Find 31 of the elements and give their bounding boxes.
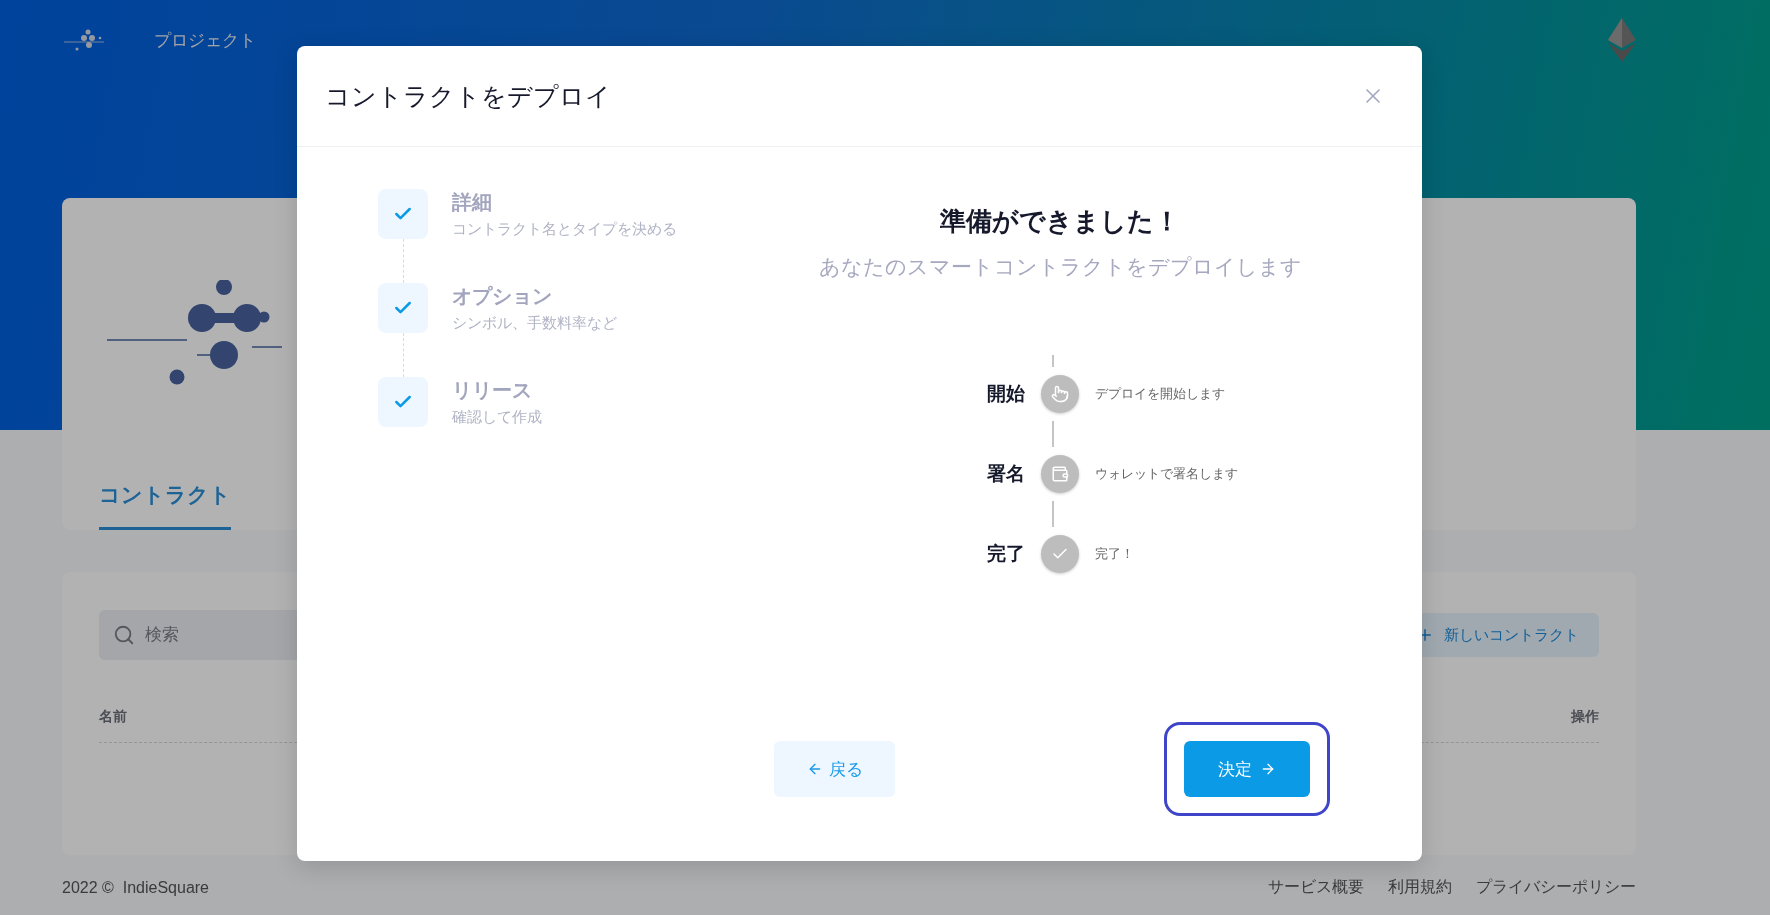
column-header: 操作: [1571, 708, 1599, 726]
nav-link[interactable]: プロジェクト: [154, 28, 256, 52]
step-title: リリース: [452, 378, 533, 403]
confirm-button[interactable]: 決定: [1184, 741, 1310, 797]
step-subtitle: シンボル、手数料率など: [452, 314, 617, 333]
footer-link[interactable]: 利用規約: [1388, 877, 1452, 898]
copyright-text: 2022 © IndieSquare: [62, 878, 209, 897]
ready-heading: 準備ができました！: [940, 205, 1180, 238]
back-button[interactable]: 戻る: [774, 741, 895, 797]
diamond-icon[interactable]: [1608, 18, 1636, 62]
step-subtitle: 確認して作成: [452, 408, 542, 427]
timeline-description: ウォレットで署名します: [1095, 465, 1239, 483]
timeline-label: 開始: [986, 382, 1025, 406]
search-icon: [113, 624, 135, 646]
pointer-hand-icon: [1051, 385, 1069, 403]
timeline-description: デプロイを開始します: [1095, 385, 1226, 403]
dialog-title: コントラクトをデプロイ: [325, 80, 611, 112]
footer-link[interactable]: サービス概要: [1268, 877, 1364, 898]
step-title: 詳細: [452, 190, 493, 215]
timeline-label: 署名: [986, 462, 1025, 486]
column-header: 名前: [99, 708, 127, 726]
timeline-label: 完了: [986, 542, 1025, 566]
ready-subheading: あなたのスマートコントラクトをデプロイします: [818, 254, 1302, 280]
logo-icon[interactable]: [64, 28, 106, 52]
arrow-right-icon: [1260, 761, 1276, 777]
tab[interactable]: コントラクト: [99, 481, 231, 530]
footer-link[interactable]: プライバシーポリシー: [1476, 877, 1636, 898]
wallet-icon: [1051, 465, 1069, 483]
step-title: オプション: [452, 284, 553, 309]
step-subtitle: コントラクト名とタイプを決める: [452, 220, 677, 239]
timeline-description: 完了！: [1095, 545, 1135, 563]
